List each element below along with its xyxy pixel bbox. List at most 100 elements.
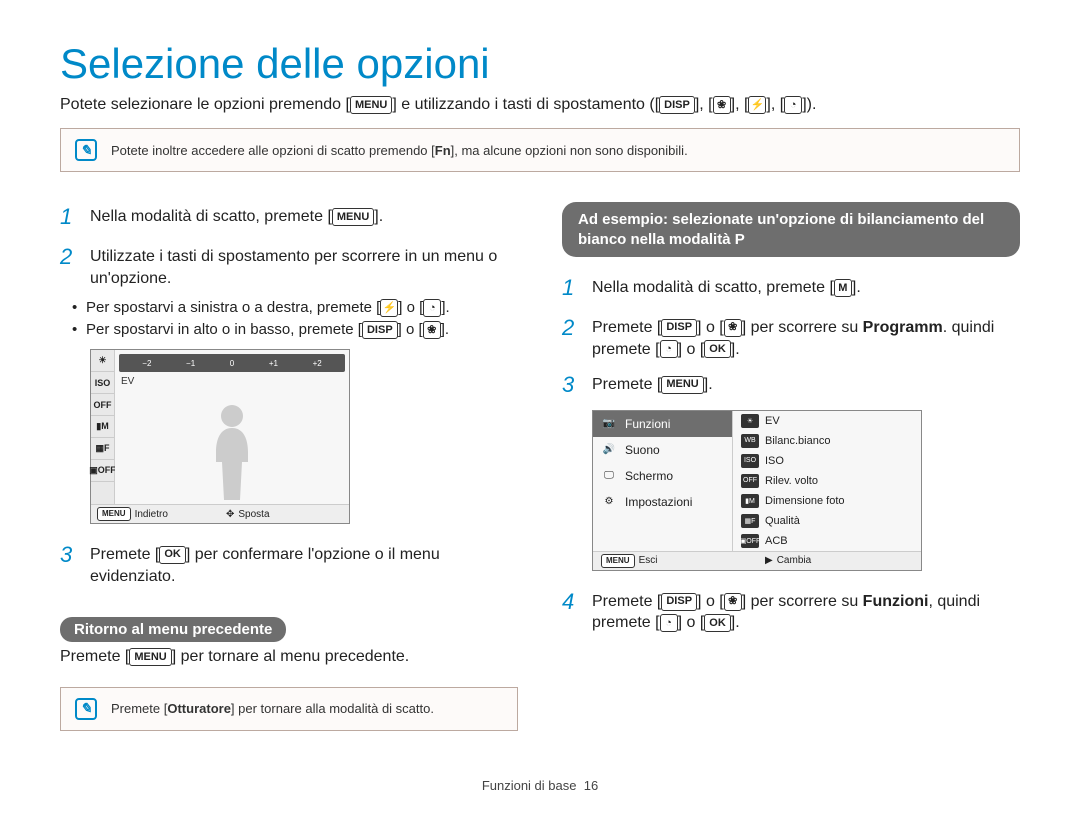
- side-icon: ▮M: [91, 416, 114, 438]
- acb-icon: ▣OFF: [741, 534, 759, 548]
- person-silhouette-icon: [202, 400, 262, 500]
- submenu-acb: ▣OFFACB: [733, 531, 921, 551]
- shutter-key: Otturatore: [167, 701, 231, 716]
- intro-pre: Potete selezionare le opzioni premendo [: [60, 96, 350, 113]
- exit-label: Esci: [639, 555, 658, 566]
- ev-icon: ☀: [741, 414, 759, 428]
- menu-key: MENU: [97, 507, 131, 521]
- ok-key: OK: [159, 546, 186, 564]
- menu-right-pane: ☀ EV WBBilanc.bianco ISOISO OFFRilev. vol…: [733, 411, 921, 551]
- funzioni-bold: Funzioni: [863, 593, 929, 610]
- s3-pre: Premete [: [90, 546, 159, 563]
- ev-tick: 0: [230, 359, 234, 368]
- note1-pre: Potete inoltre accedere alle opzioni di …: [111, 143, 435, 158]
- macro-icon: ❀: [724, 319, 742, 337]
- menu-key: MENU: [661, 376, 703, 394]
- menu-label: Suono: [625, 443, 660, 457]
- submenu-label: EV: [765, 415, 780, 427]
- programm-bold: Programm: [863, 319, 943, 336]
- intro-mid: ] e utilizzando i tasti di spostamento (…: [392, 96, 659, 113]
- rs1-pre: Nella modalità di scatto, premete [: [592, 279, 834, 296]
- rs2-m2: ] per scorrere su: [742, 319, 863, 336]
- macro-icon: ❀: [423, 321, 441, 339]
- intro-text: Potete selezionare le opzioni premendo […: [60, 96, 1020, 114]
- rs4-m2: ] per scorrere su: [742, 593, 863, 610]
- back-label: Indietro: [135, 509, 168, 520]
- menu-item-impostazioni: ⚙ Impostazioni: [593, 489, 732, 515]
- disp-key: DISP: [659, 96, 695, 114]
- intro-end: ]).: [802, 96, 816, 113]
- rs2-post: ].: [731, 341, 740, 358]
- size-icon: ▮M: [741, 494, 759, 508]
- disp-key: DISP: [661, 593, 697, 611]
- timer-icon: ◔: [423, 299, 441, 317]
- menu-item-suono: 🔊 Suono: [593, 437, 732, 463]
- return-pill: Ritorno al menu precedente: [60, 617, 286, 642]
- lcd-footer: MENU Indietro ✥ Sposta: [91, 504, 349, 523]
- quality-icon: ▦F: [741, 514, 759, 528]
- side-icon: ISO: [91, 372, 114, 394]
- note2-text: Premete [Otturatore] per tornare alla mo…: [111, 701, 434, 716]
- submenu-iso: ISOISO: [733, 451, 921, 471]
- menu-key: MENU: [601, 554, 635, 568]
- flash-icon: ⚡: [748, 96, 766, 114]
- b2-post: ].: [441, 321, 449, 338]
- right-step4: 4 Premete [DISP] o [❀] per scorrere su F…: [562, 587, 1020, 634]
- left-step1: 1 Nella modalità di scatto, premete [MEN…: [60, 202, 518, 232]
- note-icon: ✎: [75, 139, 97, 161]
- footer-page-number: 16: [584, 778, 598, 793]
- b2-mid: ] o [: [398, 321, 423, 338]
- rs3-pre: Premete [: [592, 376, 661, 393]
- submenu-label: ISO: [765, 455, 784, 467]
- rs1-post: ].: [852, 279, 861, 296]
- submenu-wb: WBBilanc.bianco: [733, 431, 921, 451]
- timer-icon: ◔: [660, 340, 678, 358]
- rt-pre: Premete [: [60, 649, 129, 666]
- step-number: 4: [562, 587, 580, 634]
- timer-icon: ◔: [784, 96, 802, 114]
- step-number: 1: [60, 202, 78, 232]
- rs2-m4: ] o [: [678, 341, 705, 358]
- example-banner: Ad esempio: selezionate un'opzione di bi…: [562, 202, 1020, 257]
- submenu-label: Dimensione foto: [765, 495, 845, 507]
- right-step3: 3 Premete [MENU].: [562, 370, 1020, 400]
- menu-item-schermo: 🖵 Schermo: [593, 463, 732, 489]
- lcd-menu-screen: 📷 Funzioni 🔊 Suono 🖵 Schermo ⚙ Impostazi…: [592, 410, 922, 571]
- lcd-sidebar: ☀ ISO OFF ▮M ▦F ▣OFF: [91, 350, 115, 504]
- b1-mid: ] o [: [398, 299, 423, 316]
- submenu-size: ▮M Dimensione foto: [733, 491, 921, 511]
- rs2-pre: Premete [: [592, 319, 661, 336]
- page-footer: Funzioni di base 16: [0, 778, 1080, 793]
- menu-item-funzioni: 📷 Funzioni: [593, 411, 732, 437]
- menu-key: MENU: [350, 96, 392, 114]
- right-step1: 1 Nella modalità di scatto, premete [M].: [562, 273, 1020, 303]
- ok-key: OK: [704, 340, 731, 358]
- menu-label: Funzioni: [625, 417, 670, 431]
- submenu-face: OFFRilev. volto: [733, 471, 921, 491]
- rs4-m1: ] o [: [697, 593, 724, 610]
- ok-key: OK: [704, 614, 731, 632]
- menu-key: MENU: [129, 648, 171, 666]
- footer-section: Funzioni di base: [482, 778, 577, 793]
- right-column: Ad esempio: selezionate un'opzione di bi…: [562, 202, 1020, 730]
- disp-key: DISP: [661, 319, 697, 337]
- note-text: Potete inoltre accedere alle opzioni di …: [111, 143, 688, 158]
- step-number: 2: [562, 313, 580, 360]
- columns: 1 Nella modalità di scatto, premete [MEN…: [60, 202, 1020, 730]
- menu-label: Impostazioni: [625, 495, 692, 509]
- ev-label: EV: [115, 376, 349, 387]
- disp-key: DISP: [362, 321, 398, 339]
- rs4-pre: Premete [: [592, 593, 661, 610]
- step-body: Nella modalità di scatto, premete [MENU]…: [90, 202, 383, 232]
- bullet-ud: Per spostarvi in alto o in basso, premet…: [86, 321, 518, 339]
- submenu-ev: ☀ EV: [733, 411, 921, 431]
- move-icon: ✥: [226, 509, 234, 520]
- rs3-post: ].: [704, 376, 713, 393]
- monitor-icon: 🖵: [601, 468, 617, 484]
- intro-sep2: ], [: [731, 96, 749, 113]
- step-body: Nella modalità di scatto, premete [M].: [592, 273, 861, 303]
- b2-pre: Per spostarvi in alto o in basso, premet…: [86, 321, 362, 338]
- note1-post: ], ma alcune opzioni non sono disponibil…: [451, 143, 688, 158]
- step-number: 3: [562, 370, 580, 400]
- step-number: 2: [60, 242, 78, 289]
